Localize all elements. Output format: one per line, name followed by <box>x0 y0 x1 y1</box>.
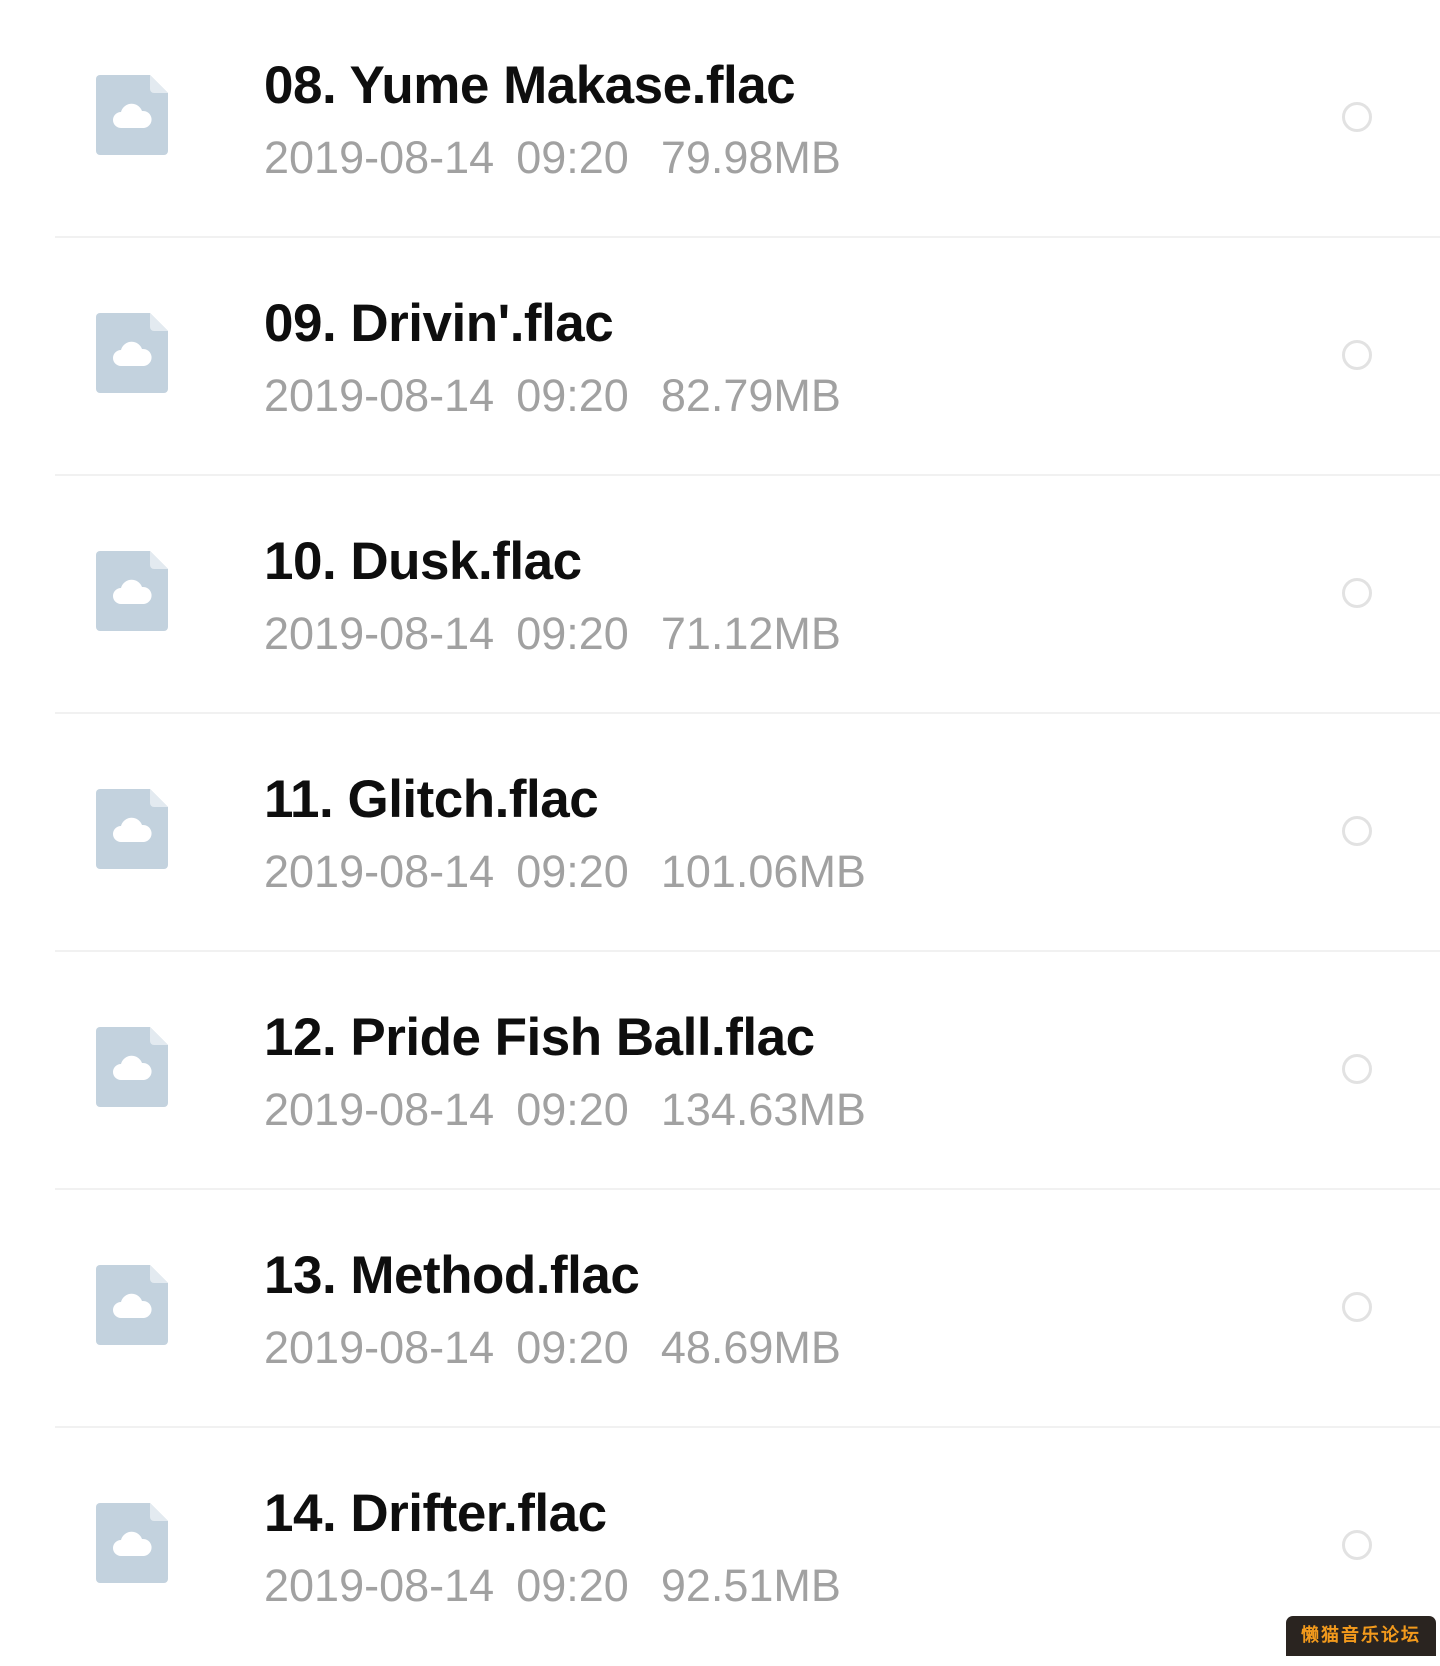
file-name: 12. Pride Fish Ball.flac <box>264 1008 815 1067</box>
cloud-file-icon <box>96 789 168 869</box>
file-time: 09:20 <box>516 1084 629 1135</box>
file-name: 10. Dusk.flac <box>264 532 582 591</box>
cloud-file-icon <box>96 313 168 393</box>
file-meta: 2019-08-14 09:20 71.12MB <box>264 606 841 662</box>
file-size: 71.12MB <box>660 608 841 659</box>
file-time: 09:20 <box>516 608 629 659</box>
file-date: 2019-08-14 <box>264 608 495 659</box>
file-row[interactable]: 14. Drifter.flac 2019-08-14 09:20 92.51MB <box>0 1428 1440 1666</box>
file-date: 2019-08-14 <box>264 1560 495 1611</box>
file-name: 08. Yume Makase.flac <box>264 56 796 115</box>
file-date: 2019-08-14 <box>264 132 495 183</box>
select-checkbox[interactable] <box>1342 1292 1372 1322</box>
file-list: 08. Yume Makase.flac 2019-08-14 09:20 79.9… <box>0 0 1440 1656</box>
select-checkbox[interactable] <box>1342 1054 1372 1084</box>
file-time: 09:20 <box>516 132 629 183</box>
file-size: 92.51MB <box>660 1560 841 1611</box>
file-meta: 2019-08-14 09:20 48.69MB <box>264 1320 841 1376</box>
file-name: 14. Drifter.flac <box>264 1484 607 1543</box>
select-checkbox[interactable] <box>1342 578 1372 608</box>
file-size: 134.63MB <box>660 1084 866 1135</box>
file-time: 09:20 <box>516 1322 629 1373</box>
file-meta: 2019-08-14 09:20 82.79MB <box>264 368 841 424</box>
file-time: 09:20 <box>516 846 629 897</box>
file-time: 09:20 <box>516 370 629 421</box>
file-size: 79.98MB <box>660 132 841 183</box>
file-date: 2019-08-14 <box>264 370 495 421</box>
select-checkbox[interactable] <box>1342 102 1372 132</box>
cloud-file-icon <box>96 75 168 155</box>
cloud-file-icon <box>96 1503 168 1583</box>
file-size: 48.69MB <box>660 1322 841 1373</box>
watermark-badge: 懒猫音乐论坛 <box>1286 1616 1436 1656</box>
file-name: 13. Method.flac <box>264 1246 640 1305</box>
cloud-file-icon <box>96 1265 168 1345</box>
file-row[interactable]: 13. Method.flac 2019-08-14 09:20 48.69MB <box>0 1190 1440 1428</box>
file-row[interactable]: 08. Yume Makase.flac 2019-08-14 09:20 79.9… <box>0 0 1440 238</box>
file-meta: 2019-08-14 09:20 101.06MB <box>264 844 866 900</box>
file-time: 09:20 <box>516 1560 629 1611</box>
file-date: 2019-08-14 <box>264 846 495 897</box>
file-row[interactable]: 11. Glitch.flac 2019-08-14 09:20 101.06MB <box>0 714 1440 952</box>
file-size: 101.06MB <box>660 846 866 897</box>
file-meta: 2019-08-14 09:20 92.51MB <box>264 1558 841 1614</box>
select-checkbox[interactable] <box>1342 816 1372 846</box>
select-checkbox[interactable] <box>1342 1530 1372 1560</box>
cloud-file-icon <box>96 551 168 631</box>
file-meta: 2019-08-14 09:20 134.63MB <box>264 1082 866 1138</box>
file-row[interactable]: 09. Drivin'.flac 2019-08-14 09:20 82.79MB <box>0 238 1440 476</box>
file-row[interactable]: 10. Dusk.flac 2019-08-14 09:20 71.12MB <box>0 476 1440 714</box>
file-size: 82.79MB <box>660 370 841 421</box>
file-date: 2019-08-14 <box>264 1322 495 1373</box>
file-meta: 2019-08-14 09:20 79.98MB <box>264 130 841 186</box>
cloud-file-icon <box>96 1027 168 1107</box>
file-row[interactable]: 12. Pride Fish Ball.flac 2019-08-14 09:20… <box>0 952 1440 1190</box>
file-date: 2019-08-14 <box>264 1084 495 1135</box>
file-name: 11. Glitch.flac <box>264 770 599 829</box>
file-name: 09. Drivin'.flac <box>264 294 614 353</box>
select-checkbox[interactable] <box>1342 340 1372 370</box>
